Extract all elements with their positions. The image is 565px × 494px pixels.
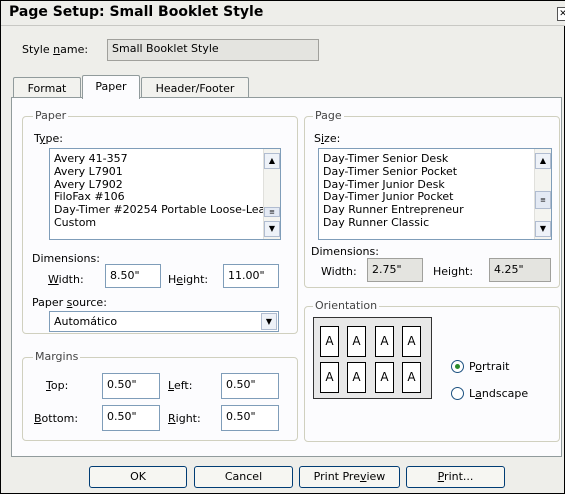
chevron-down-icon[interactable]: ▼: [261, 313, 277, 330]
paper-height-field[interactable]: 11.00": [223, 264, 279, 288]
paper-source-value: Automático: [54, 315, 118, 328]
list-item[interactable]: Custom: [50, 217, 280, 230]
portrait-label: Portrait: [469, 360, 510, 373]
page-group-legend: Page: [313, 109, 344, 122]
list-item[interactable]: Day-Timer Junior Pocket: [319, 191, 551, 204]
preview-page: A: [375, 362, 394, 393]
preview-page: A: [347, 326, 366, 357]
preview-page: A: [347, 362, 366, 393]
page-size-label: Size:: [314, 132, 341, 145]
print-button[interactable]: Print...: [406, 466, 505, 488]
margin-bottom-label: Bottom:: [34, 412, 79, 425]
landscape-radio-option[interactable]: Landscape: [451, 386, 541, 402]
list-item[interactable]: Day Runner Classic: [319, 217, 551, 230]
scroll-thumb[interactable]: ≡: [535, 191, 551, 209]
list-item[interactable]: Day-Timer Junior Desk: [319, 179, 551, 192]
chevron-up-icon[interactable]: ▲: [535, 153, 551, 169]
preview-page: A: [402, 362, 421, 393]
chevron-up-icon[interactable]: ▲: [264, 153, 280, 169]
paper-group-legend: Paper: [33, 109, 69, 122]
margin-right-field[interactable]: 0.50": [221, 405, 279, 431]
paper-type-scrollbar[interactable]: ▲ ≡ ▼: [263, 149, 280, 239]
portrait-radio-option[interactable]: Portrait: [451, 359, 531, 375]
paper-type-label: Type:: [34, 132, 63, 145]
ok-button[interactable]: OK: [89, 466, 187, 488]
page-height-field: 4.25": [489, 258, 551, 282]
orientation-group-legend: Orientation: [313, 299, 380, 312]
page-height-label: Height:: [433, 265, 474, 278]
paper-type-list[interactable]: Avery 41-357 Avery L7901 Avery L7902 Fil…: [49, 148, 281, 240]
chevron-down-icon[interactable]: ▼: [535, 221, 551, 237]
page-dimensions-label: Dimensions:: [311, 245, 379, 258]
style-name-label: Style name:: [22, 43, 89, 56]
paper-height-label: Height:: [168, 273, 209, 286]
print-preview-button[interactable]: Print Preview: [299, 466, 400, 488]
close-icon[interactable]: ✕: [557, 7, 565, 21]
preview-page: A: [320, 362, 339, 393]
booklet-preview: A A A A A A A A: [313, 317, 432, 399]
page-width-label: Width:: [321, 265, 357, 278]
paper-source-label: Paper source:: [32, 296, 107, 309]
list-item[interactable]: Avery 41-357: [50, 153, 280, 166]
cancel-button[interactable]: Cancel: [194, 466, 293, 488]
margin-bottom-field[interactable]: 0.50": [102, 405, 160, 431]
preview-page: A: [375, 326, 394, 357]
margin-top-label: Top:: [46, 379, 69, 392]
portrait-radio[interactable]: [451, 360, 464, 373]
preview-page: A: [402, 326, 421, 357]
paper-width-field[interactable]: 8.50": [105, 264, 161, 288]
page-size-scrollbar[interactable]: ▲ ≡ ▼: [534, 149, 551, 239]
chevron-down-icon[interactable]: ▼: [264, 221, 280, 237]
tab-header-footer[interactable]: Header/Footer: [141, 77, 249, 99]
list-item[interactable]: Day Runner Entrepreneur: [319, 204, 551, 217]
list-item[interactable]: Avery L7902: [50, 179, 280, 192]
title-bar: Page Setup: Small Booklet Style ✕: [1, 1, 565, 26]
margin-top-field[interactable]: 0.50": [102, 373, 160, 399]
paper-width-label: Width:: [48, 273, 84, 286]
tab-format[interactable]: Format: [13, 77, 81, 99]
scroll-thumb[interactable]: ≡: [264, 207, 280, 217]
landscape-label: Landscape: [469, 387, 529, 400]
paper-source-select[interactable]: Automático ▼: [49, 311, 279, 332]
style-name-field[interactable]: Small Booklet Style: [107, 39, 319, 61]
list-item[interactable]: Avery L7901: [50, 166, 280, 179]
list-item[interactable]: Day-Timer Senior Desk: [319, 153, 551, 166]
list-item[interactable]: Day-Timer Senior Pocket: [319, 166, 551, 179]
paper-dimensions-label: Dimensions:: [32, 252, 100, 265]
margin-left-label: Left:: [168, 379, 193, 392]
page-setup-dialog: Page Setup: Small Booklet Style ✕ Style …: [0, 0, 565, 494]
page-width-field: 2.75": [367, 258, 423, 282]
preview-page: A: [320, 326, 339, 357]
margins-group-legend: Margins: [33, 350, 81, 363]
margin-left-field[interactable]: 0.50": [221, 373, 279, 399]
margin-right-label: Right:: [168, 412, 201, 425]
page-size-list[interactable]: Day-Timer Senior Desk Day-Timer Senior P…: [318, 148, 552, 240]
list-item[interactable]: Day-Timer #20254 Portable Loose-Lea: [50, 204, 280, 217]
window-title: Page Setup: Small Booklet Style: [9, 4, 264, 20]
landscape-radio[interactable]: [451, 387, 464, 400]
tab-paper[interactable]: Paper: [82, 75, 140, 99]
list-item[interactable]: FiloFax #106: [50, 191, 280, 204]
paper-tab-panel: Paper Type: Avery 41-357 Avery L7901 Ave…: [11, 97, 562, 457]
